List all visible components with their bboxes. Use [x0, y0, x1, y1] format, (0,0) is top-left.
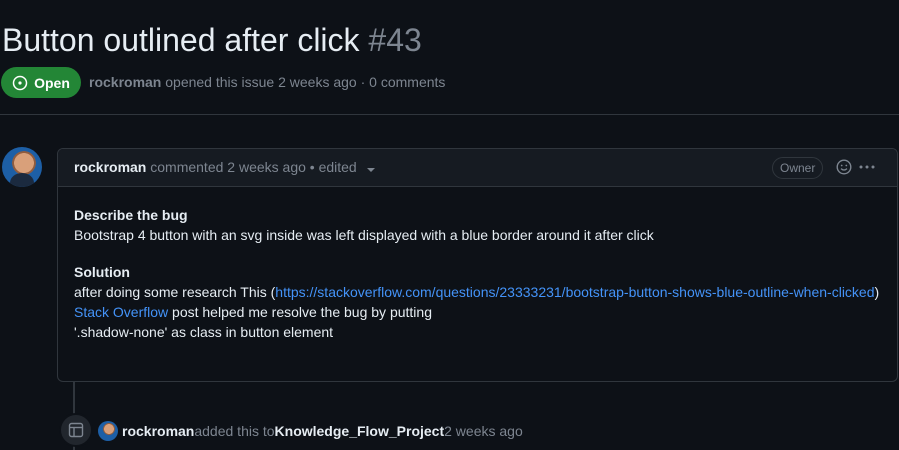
issue-title-row: Button outlined after click #43: [2, 20, 422, 60]
heading-bug: Describe the bug: [74, 207, 188, 223]
caret-down-icon[interactable]: [366, 160, 375, 176]
stack-overflow-link[interactable]: Stack Overflow: [74, 304, 168, 320]
comment-box: rockroman commented 2 weeks ago • edited…: [57, 148, 898, 382]
issue-state-label: Open: [34, 74, 70, 91]
smiley-icon[interactable]: [836, 159, 852, 180]
avatar[interactable]: [98, 421, 118, 441]
issue-meta-text: opened this issue 2 weeks ago · 0 commen…: [161, 74, 446, 90]
project-link[interactable]: Knowledge_Flow_Project: [275, 423, 445, 439]
bug-description: Bootstrap 4 button with an svg inside wa…: [74, 227, 654, 243]
comment-author-link[interactable]: rockroman: [74, 159, 146, 175]
heading-solution: Solution: [74, 264, 130, 280]
issue-open-icon: [12, 75, 28, 91]
issue-number: #43: [368, 22, 422, 58]
issue-author-link[interactable]: rockroman: [89, 74, 161, 90]
issue-meta: rockroman opened this issue 2 weeks ago …: [89, 74, 445, 90]
avatar[interactable]: [2, 147, 42, 187]
timeline-event: rockroman added this to Knowledge_Flow_P…: [98, 421, 523, 441]
issue-state-badge: Open: [1, 67, 81, 98]
comment-meta: rockroman commented 2 weeks ago • edited: [74, 159, 375, 176]
event-text-2: 2 weeks ago: [444, 423, 523, 439]
stackoverflow-url-link[interactable]: https://stackoverflow.com/questions/2333…: [275, 284, 874, 300]
comment-header: rockroman commented 2 weeks ago • edited…: [58, 149, 897, 187]
solution-last-line: '.shadow-none' as class in button elemen…: [74, 324, 334, 340]
issue-title: Button outlined after click: [2, 22, 360, 58]
comment-meta-text: commented 2 weeks ago • edited: [146, 158, 357, 175]
table-icon: [59, 413, 93, 447]
event-text-1: added this to: [194, 423, 275, 439]
solution-paragraph: after doing some research This (https://…: [74, 282, 881, 342]
event-actor-link[interactable]: rockroman: [122, 423, 194, 439]
comment-body: Describe the bug Bootstrap 4 button with…: [58, 187, 897, 342]
after-link-text: ): [874, 284, 880, 300]
kebab-horizontal-icon[interactable]: [858, 159, 876, 180]
owner-badge: Owner: [772, 157, 824, 179]
solution-line-text: post helped me resolve the bug by puttin…: [168, 304, 432, 320]
header-divider: [0, 114, 899, 115]
solution-intro: after doing some research This (: [74, 284, 276, 300]
